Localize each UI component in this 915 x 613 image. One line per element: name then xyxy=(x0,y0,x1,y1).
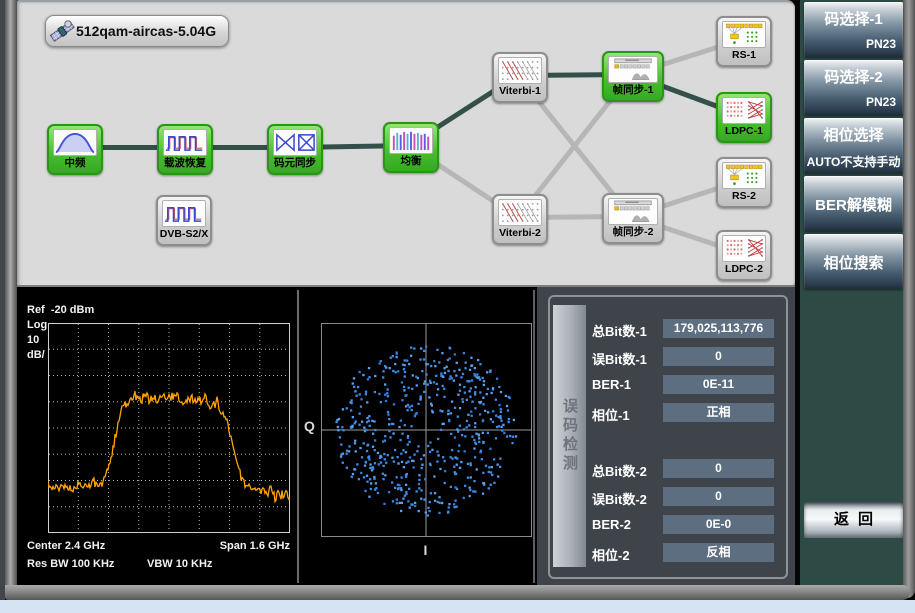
center-freq-label: Center 2.4 GHz xyxy=(27,540,105,552)
trellis-icon xyxy=(498,57,542,84)
softkey-label: 码选择-1 xyxy=(804,2,903,29)
softkey-sidebar: 码选择-1PN23码选择-2PN23相位选择AUTO不支持手动BER解模糊相位搜… xyxy=(800,0,903,585)
q-axis-label: Q xyxy=(304,418,315,434)
node-dvb[interactable]: DVB-S2/X xyxy=(156,195,212,246)
ber-row-value-3: 正相 xyxy=(663,403,774,422)
softkey-3[interactable]: 相位选择AUTO不支持手动 xyxy=(804,118,903,173)
vbw-label: VBW 10 KHz xyxy=(147,558,212,570)
node-zhen1[interactable]: 帧同步-1 xyxy=(602,51,664,102)
ldpc-icon xyxy=(722,235,766,262)
ber-row-value-4: 0 xyxy=(663,459,774,478)
node-ldpc2[interactable]: LDPC-2 xyxy=(716,230,772,281)
softkey-4[interactable]: BER解模糊 xyxy=(804,176,903,231)
ber-row-value-1: 0 xyxy=(663,347,774,366)
ber-row-value-7: 反相 xyxy=(663,543,774,562)
softkey-label: 相位搜索 xyxy=(804,234,903,273)
i-axis-label: I xyxy=(321,542,530,558)
node-label-viterbi2: Viterbi-2 xyxy=(494,226,546,241)
spectrum-grid xyxy=(48,323,290,533)
node-label-rs1: RS-1 xyxy=(718,48,770,63)
ber-row-value-6: 0E-0 xyxy=(663,515,774,534)
node-label-ldpc2: LDPC-2 xyxy=(718,262,770,277)
node-label-zhen2: 帧同步-2 xyxy=(604,225,662,240)
ber-vertical-tab: 误码检测 xyxy=(553,305,586,567)
softkey-label: 相位选择 xyxy=(804,118,903,145)
ber-row-value-5: 0 xyxy=(663,487,774,506)
span-label: Span 1.6 GHz xyxy=(177,540,290,552)
node-zhen2[interactable]: 帧同步-2 xyxy=(602,193,664,244)
ref-level-label: Ref -20 dBm xyxy=(27,304,94,316)
constellation-box xyxy=(321,323,532,537)
demodulator-app: { "window": { "title_button": { "label":… xyxy=(0,0,915,613)
softkey-sublabel: AUTO不支持手动 xyxy=(804,145,903,170)
scale-label-db: dB/ xyxy=(27,349,45,361)
node-label-junheng: 均衡 xyxy=(385,154,437,169)
node-junheng[interactable]: 均衡 xyxy=(383,122,439,173)
squarewave-icon xyxy=(162,200,206,227)
node-zaibo[interactable]: 载波恢复 xyxy=(157,124,213,175)
softkey-1[interactable]: 码选择-1PN23 xyxy=(804,2,903,57)
node-label-rs2: RS-2 xyxy=(718,189,770,204)
node-viterbi2[interactable]: Viterbi-2 xyxy=(492,194,548,245)
eye-icon xyxy=(273,129,317,156)
back-button[interactable]: 返回 xyxy=(804,502,903,538)
ber-row-label-6: BER-2 xyxy=(592,517,631,532)
ber-row-value-0: 179,025,113,776 xyxy=(663,319,774,338)
window-frame-left xyxy=(5,0,17,598)
scale-label-log: Log xyxy=(27,319,47,331)
squarewave-icon xyxy=(163,129,207,156)
ber-row-label-1: 误Bit数-1 xyxy=(592,349,647,368)
window-frame-bottom xyxy=(5,585,910,600)
framesync-icon xyxy=(608,56,658,83)
softkey-5[interactable]: 相位搜索 xyxy=(804,234,903,289)
ber-row-label-2: BER-1 xyxy=(592,377,631,392)
signal-preset-label: 512qam-aircas-5.04G xyxy=(76,23,216,39)
equalizer-icon xyxy=(389,127,433,154)
signal-chain-panel: 中频 载波恢复 码元同步 均衡 DVB-S2/X Viterbi-1 帧同步-1 RS-1 LD… xyxy=(17,0,795,289)
spectrum-icon xyxy=(53,129,97,156)
ber-row-label-3: 相位-1 xyxy=(592,405,630,424)
desktop-strip xyxy=(0,600,915,613)
softkey-sublabel: PN23 xyxy=(804,87,903,109)
constellation-display: Q I xyxy=(300,290,533,583)
ber-monitor-panel: 误码检测 总Bit数-1 179,025,113,776 误Bit数-1 0 BER-1… xyxy=(537,287,795,585)
node-zhongpin[interactable]: 中频 xyxy=(47,124,103,175)
node-ldpc1[interactable]: LDPC-1 xyxy=(716,92,772,143)
softkey-label: BER解模糊 xyxy=(804,176,903,215)
ber-row-label-0: 总Bit数-1 xyxy=(592,321,647,340)
node-rs1[interactable]: RS-1 xyxy=(716,16,772,67)
display-divider-2 xyxy=(533,290,535,583)
softkey-label: 码选择-2 xyxy=(804,60,903,87)
ber-row-value-2: 0E-11 xyxy=(663,375,774,394)
scale-label-10: 10 xyxy=(27,334,39,346)
node-label-dvb: DVB-S2/X xyxy=(158,227,210,242)
node-rs2[interactable]: RS-2 xyxy=(716,157,772,208)
rbw-label: Res BW 100 KHz xyxy=(27,558,114,570)
signal-preset-button[interactable]: 512qam-aircas-5.04G xyxy=(45,15,229,47)
satellite-icon xyxy=(49,18,75,44)
window-frame-right xyxy=(902,0,915,598)
ber-row-label-5: 误Bit数-2 xyxy=(592,489,647,508)
rs-icon xyxy=(722,162,766,189)
node-mayuan[interactable]: 码元同步 xyxy=(267,124,323,175)
softkey-sublabel: PN23 xyxy=(804,29,903,51)
node-label-zhongpin: 中频 xyxy=(49,156,101,171)
softkey-2[interactable]: 码选择-2PN23 xyxy=(804,60,903,115)
node-label-mayuan: 码元同步 xyxy=(269,156,321,171)
ber-vertical-label: 误码检测 xyxy=(559,398,580,474)
ldpc-icon xyxy=(722,97,766,124)
ber-row-label-4: 总Bit数-2 xyxy=(592,461,647,480)
trellis-icon xyxy=(498,199,542,226)
ber-row-label-7: 相位-2 xyxy=(592,545,630,564)
spectrum-analyzer: Ref -20 dBm Log 10 dB/ Center 2.4 GHz Sp… xyxy=(17,290,297,583)
node-label-zhen1: 帧同步-1 xyxy=(604,83,662,98)
node-label-zaibo: 载波恢复 xyxy=(159,156,211,171)
node-label-ldpc1: LDPC-1 xyxy=(718,124,770,139)
framesync-icon xyxy=(608,198,658,225)
rs-icon xyxy=(722,21,766,48)
display-divider-1 xyxy=(297,290,299,583)
node-label-viterbi1: Viterbi-1 xyxy=(494,84,546,99)
node-viterbi1[interactable]: Viterbi-1 xyxy=(492,52,548,103)
